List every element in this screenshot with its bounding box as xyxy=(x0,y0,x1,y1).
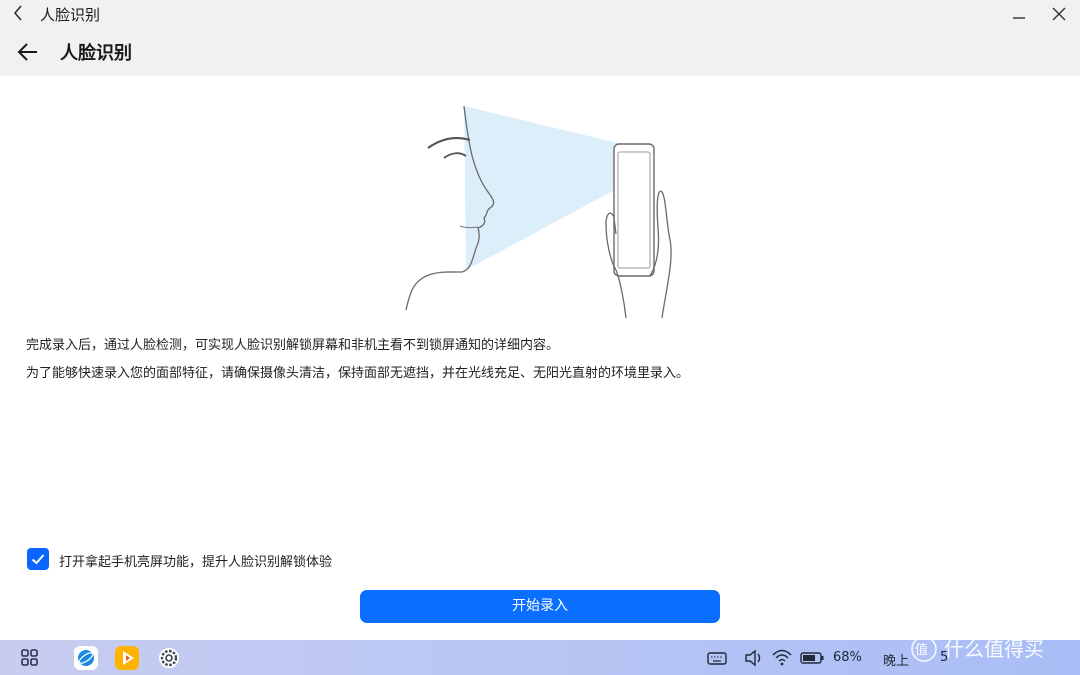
battery-percent: 68% xyxy=(833,650,862,665)
eye xyxy=(443,152,467,159)
svg-text:什么值得买: 什么值得买 xyxy=(944,637,1044,661)
close-icon[interactable] xyxy=(1049,4,1069,24)
browser-icon[interactable] xyxy=(73,645,99,671)
eyebrow xyxy=(427,137,471,149)
settings-icon[interactable] xyxy=(156,645,182,671)
window-titlebar: 人脸识别 xyxy=(0,0,1080,27)
video-app-icon[interactable] xyxy=(114,645,140,671)
clock-label[interactable]: 晚上 xyxy=(883,650,909,669)
app-header: 人脸识别 xyxy=(0,27,1080,76)
phone-body xyxy=(613,143,655,277)
scan-beam xyxy=(464,106,630,270)
back-arrow-icon[interactable] xyxy=(15,39,41,65)
window-title: 人脸识别 xyxy=(40,6,101,24)
page-title: 人脸识别 xyxy=(60,43,132,64)
back-chevron-icon[interactable] xyxy=(10,3,28,23)
wifi-icon[interactable] xyxy=(769,645,795,671)
svg-text:值: 值 xyxy=(915,642,928,658)
description: 完成录入后，通过人脸检测，可实现人脸识别解锁屏幕和非机主看不到锁屏通知的详细内容… xyxy=(26,337,1056,393)
face-scan-illustration xyxy=(405,105,672,319)
minimize-icon[interactable] xyxy=(1009,4,1029,24)
app-drawer-icon[interactable] xyxy=(17,645,43,671)
checkmark-icon xyxy=(31,554,45,565)
watermark-logo: 值 什么值得买 xyxy=(911,636,1044,662)
raise-to-wake-label: 打开拿起手机亮屏功能，提升人脸识别解锁体验 xyxy=(59,555,333,570)
description-line-1: 完成录入后，通过人脸检测，可实现人脸识别解锁屏幕和非机主看不到锁屏通知的详细内容… xyxy=(26,338,560,353)
volume-icon[interactable] xyxy=(741,645,767,671)
description-line-2: 为了能够快速录入您的面部特征，请确保摄像头清洁，保持面部无遮挡，并在光线充足、无… xyxy=(26,366,690,381)
battery-icon[interactable] xyxy=(799,645,825,671)
raise-to-wake-checkbox[interactable] xyxy=(27,548,49,570)
keyboard-icon[interactable] xyxy=(704,645,730,671)
start-enrollment-button[interactable]: 开始录入 xyxy=(360,590,720,623)
